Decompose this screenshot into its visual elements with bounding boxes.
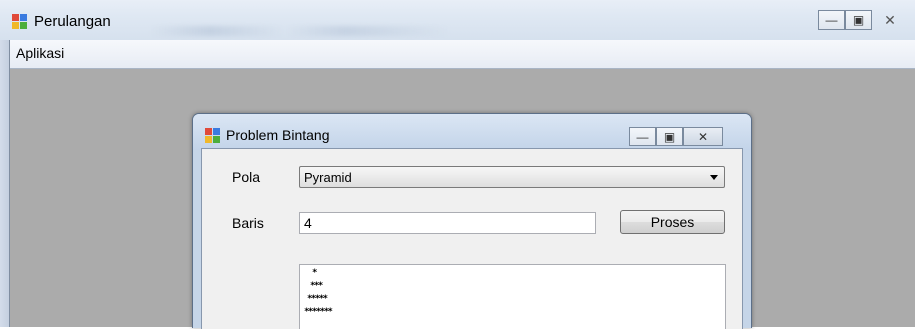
child-window-problem-bintang: Problem Bintang ― ▣ ✕ Pola Pyramid Baris… xyxy=(192,113,752,329)
maximize-button[interactable]: ▣ xyxy=(845,10,872,30)
app-icon[interactable] xyxy=(12,14,28,30)
output-line: ******* xyxy=(304,307,333,317)
minimize-button[interactable]: ― xyxy=(818,10,845,30)
pola-combobox[interactable]: Pyramid xyxy=(299,166,725,188)
pola-label: Pola xyxy=(232,169,261,185)
child-maximize-button[interactable]: ▣ xyxy=(656,127,683,146)
minimize-icon: ― xyxy=(825,13,838,27)
chevron-down-icon[interactable] xyxy=(710,175,718,180)
child-window-title: Problem Bintang xyxy=(226,127,330,143)
output-line: *** xyxy=(310,281,323,291)
child-close-button[interactable]: ✕ xyxy=(683,127,723,146)
child-window-controls: ― ▣ ✕ xyxy=(629,127,723,146)
main-window-titlebar[interactable]: Perulangan ― ▣ ✕ xyxy=(0,0,915,40)
close-button[interactable]: ✕ xyxy=(872,10,908,30)
close-icon: ✕ xyxy=(884,11,896,28)
baris-input-box[interactable] xyxy=(299,212,596,234)
proses-button[interactable]: Proses xyxy=(620,210,725,234)
child-client-area: Pola Pyramid Baris Proses * *** ***** **… xyxy=(201,148,743,329)
menu-aplikasi[interactable]: Aplikasi xyxy=(13,45,67,61)
child-window-titlebar[interactable]: Problem Bintang ― ▣ ✕ xyxy=(193,114,751,150)
window-left-border xyxy=(0,40,10,327)
baris-input[interactable] xyxy=(300,213,595,233)
close-icon: ✕ xyxy=(697,129,709,144)
output-line: * xyxy=(312,268,317,278)
minimize-icon: ― xyxy=(636,129,649,144)
menubar: Aplikasi xyxy=(10,40,915,69)
maximize-icon: ▣ xyxy=(852,13,865,27)
baris-label: Baris xyxy=(232,215,264,231)
pola-selected-value: Pyramid xyxy=(304,170,352,185)
window-title: Perulangan xyxy=(34,13,111,30)
window-controls: ― ▣ ✕ xyxy=(818,10,908,30)
maximize-icon: ▣ xyxy=(663,129,676,144)
child-minimize-button[interactable]: ― xyxy=(629,127,656,146)
titlebar-reflection xyxy=(150,26,450,36)
child-app-icon[interactable] xyxy=(205,128,221,144)
output-textarea[interactable]: * *** ***** ******* xyxy=(299,264,726,329)
output-line: ***** xyxy=(307,294,328,304)
